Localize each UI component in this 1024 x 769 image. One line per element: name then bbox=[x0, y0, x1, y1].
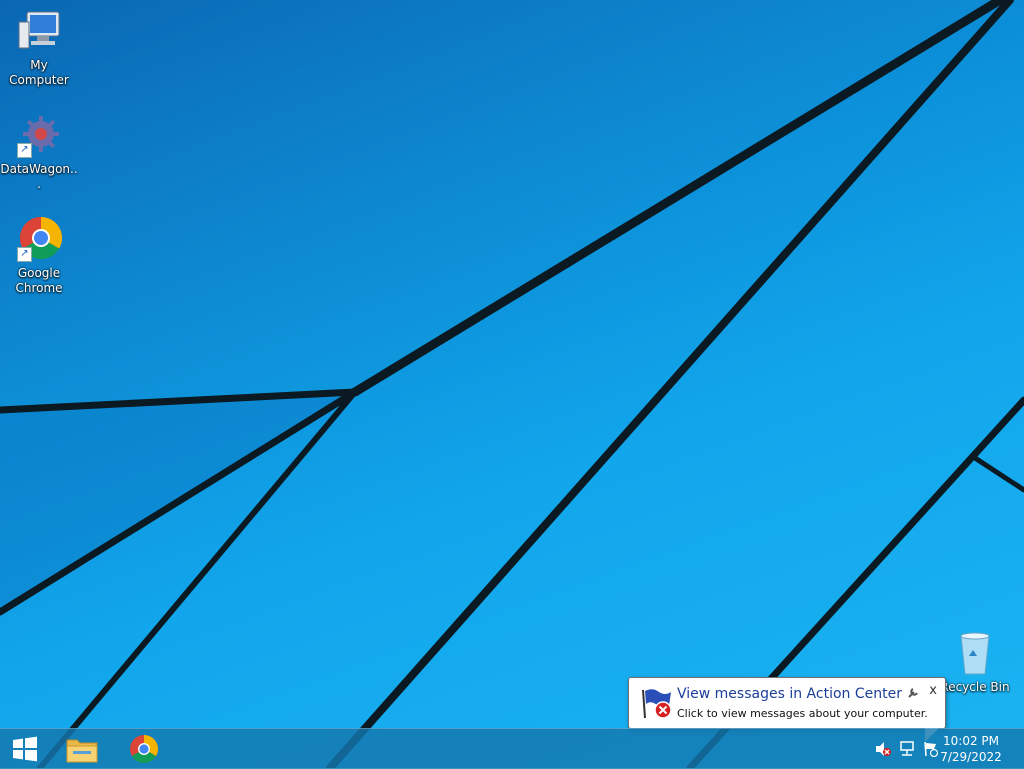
desktop-icon-label: My Computer bbox=[9, 58, 69, 87]
taskbar-google-chrome[interactable] bbox=[116, 729, 172, 769]
desktop-icon-my-computer[interactable]: My Computer bbox=[0, 8, 78, 88]
shortcut-arrow-icon: ↗ bbox=[17, 143, 32, 158]
wallpaper bbox=[0, 0, 1024, 768]
clock-date: 7/29/2022 bbox=[940, 750, 1002, 764]
taskbar-file-explorer[interactable] bbox=[54, 729, 110, 769]
wrench-icon[interactable] bbox=[907, 684, 919, 698]
network-icon[interactable] bbox=[898, 741, 916, 757]
computer-icon bbox=[15, 8, 63, 56]
start-button[interactable] bbox=[0, 729, 50, 769]
folder-icon bbox=[66, 739, 98, 763]
recycle-bin-icon bbox=[951, 630, 999, 678]
desktop-icon-label: DataWagon... bbox=[0, 162, 78, 191]
desktop-icon-label: Google Chrome bbox=[15, 266, 63, 295]
speaker-muted-icon[interactable] bbox=[874, 741, 892, 757]
system-clock[interactable]: 10:02 PM 7/29/2022 bbox=[936, 733, 1006, 765]
desktop-icon-recycle-bin[interactable]: Recycle Bin bbox=[936, 630, 1014, 695]
chrome-icon: ↗ bbox=[15, 216, 63, 264]
action-center-flag-icon bbox=[639, 686, 673, 720]
close-icon[interactable]: x bbox=[929, 683, 937, 698]
windows-logo-icon bbox=[13, 736, 37, 762]
gear-icon: ↗ bbox=[15, 112, 63, 160]
notification-body: Click to view messages about your comput… bbox=[677, 707, 928, 720]
action-center-notification[interactable]: View messages in Action Center Click to … bbox=[628, 677, 946, 742]
chrome-icon bbox=[130, 735, 158, 763]
shortcut-arrow-icon: ↗ bbox=[17, 247, 32, 262]
desktop-icon-datawagon[interactable]: ↗ DataWagon... bbox=[0, 112, 78, 192]
desktop: My Computer ↗ DataWagon... ↗ Google Chro… bbox=[0, 0, 1024, 769]
desktop-icon-label: Recycle Bin bbox=[940, 680, 1010, 694]
notification-title[interactable]: View messages in Action Center bbox=[677, 686, 902, 702]
taskbar: 10:02 PM 7/29/2022 bbox=[0, 728, 1024, 769]
desktop-icon-google-chrome[interactable]: ↗ Google Chrome bbox=[0, 216, 78, 296]
clock-time: 10:02 PM bbox=[943, 734, 999, 748]
